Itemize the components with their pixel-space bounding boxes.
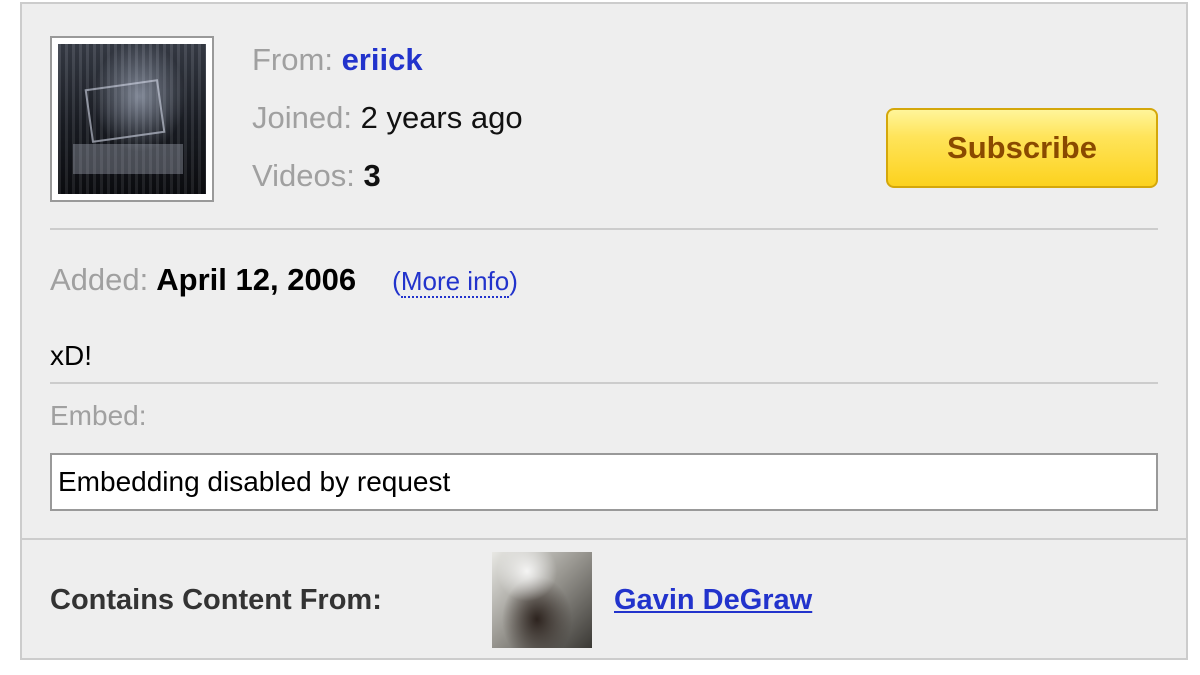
more-info-wrapper: (More info): [392, 266, 518, 298]
embed-label: Embed:: [50, 400, 147, 431]
from-label: From:: [252, 42, 333, 77]
divider: [50, 382, 1158, 384]
more-info-open-paren: (: [392, 266, 401, 296]
videos-count: 3: [363, 158, 381, 193]
joined-line: Joined: 2 years ago: [252, 102, 523, 133]
joined-value: 2 years ago: [360, 100, 523, 135]
videos-line: Videos: 3: [252, 160, 381, 191]
joined-label: Joined:: [252, 100, 352, 135]
contains-content-label: Contains Content From:: [50, 584, 382, 616]
videos-label: Videos:: [252, 158, 355, 193]
user-avatar-image: [58, 44, 206, 194]
artist-link[interactable]: Gavin DeGraw: [614, 584, 812, 617]
footer-divider: [22, 538, 1186, 540]
from-line: From: eriick: [252, 44, 423, 75]
added-line: Added: April 12, 2006 (More info): [50, 262, 518, 298]
video-description: xD!: [50, 340, 92, 371]
username-link[interactable]: eriick: [342, 42, 423, 77]
subscribe-button[interactable]: Subscribe: [886, 108, 1158, 188]
channel-info-panel: From: eriick Joined: 2 years ago Videos:…: [20, 2, 1188, 660]
added-date: April 12, 2006: [156, 262, 357, 297]
divider: [50, 228, 1158, 230]
artist-thumbnail[interactable]: [492, 552, 592, 648]
more-info-close-paren: ): [509, 266, 518, 296]
embed-code-field[interactable]: Embedding disabled by request: [50, 453, 1158, 511]
more-info-link[interactable]: More info: [400, 266, 510, 298]
added-label: Added:: [50, 262, 149, 297]
user-avatar[interactable]: [50, 36, 214, 202]
